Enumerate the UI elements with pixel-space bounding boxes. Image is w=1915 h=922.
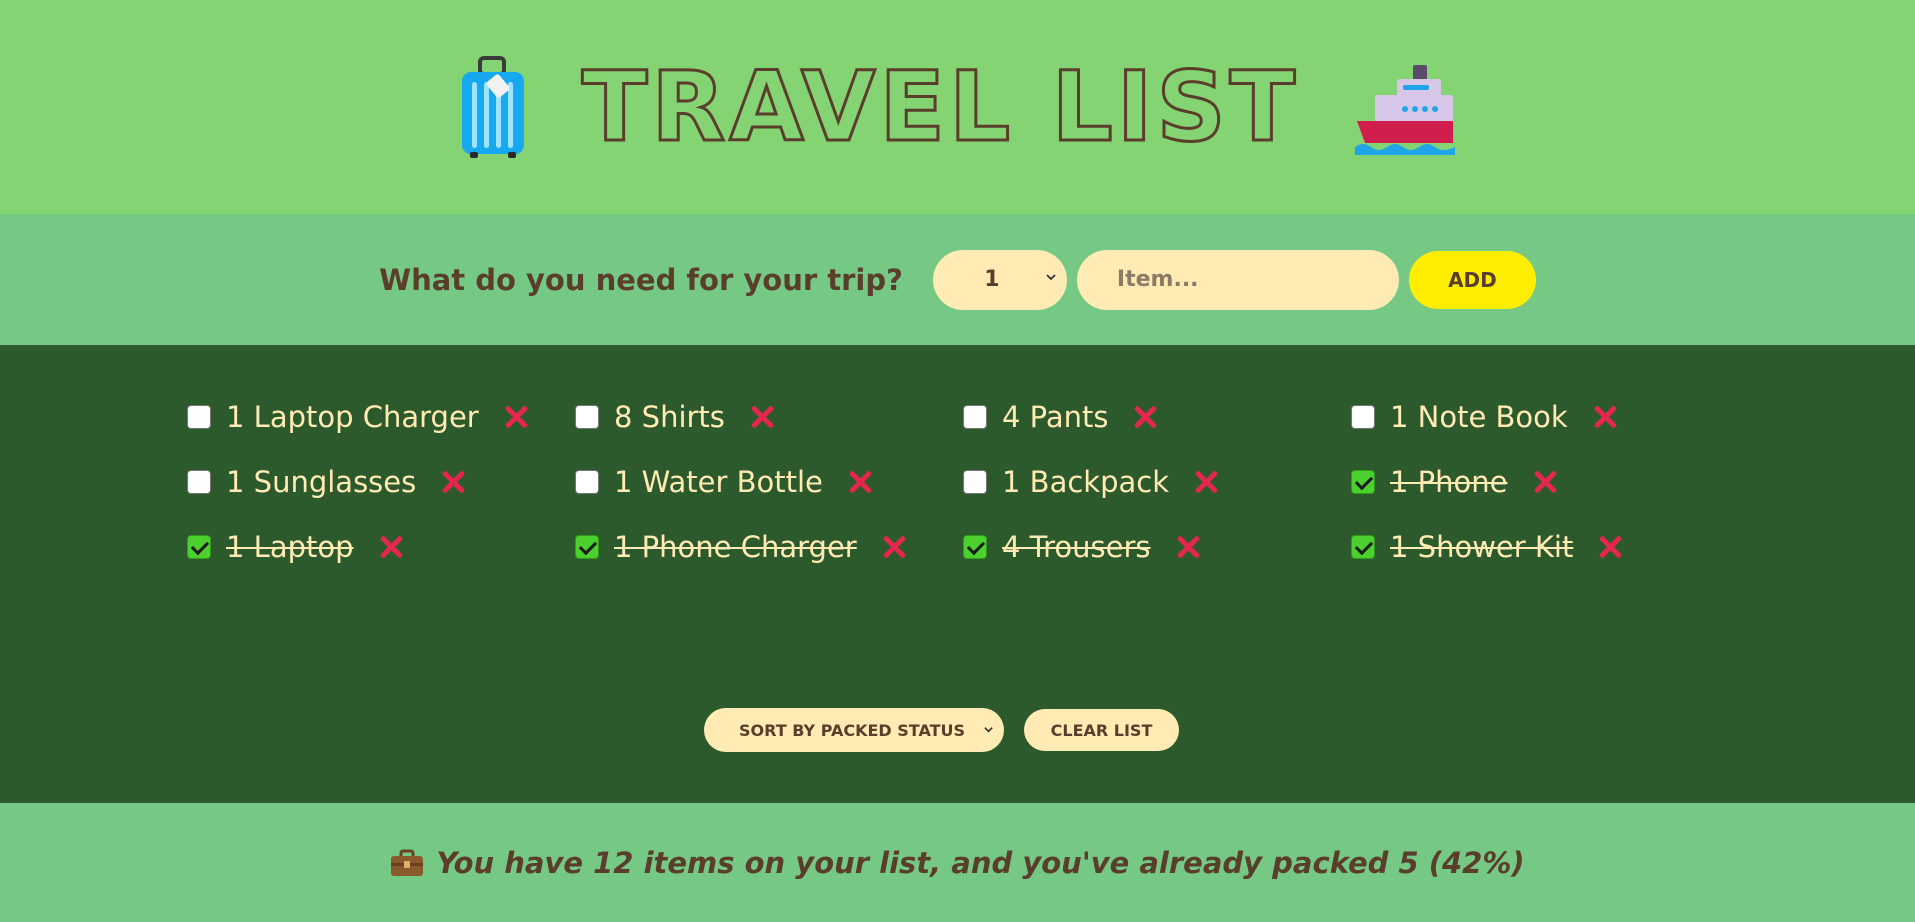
delete-icon[interactable] <box>847 469 873 495</box>
packed-checkbox[interactable] <box>575 470 599 494</box>
delete-icon[interactable] <box>1132 404 1158 430</box>
list-item: 1 Phone Charger <box>575 527 963 567</box>
packed-checkbox[interactable] <box>1351 470 1375 494</box>
item-label: 1 Phone Charger <box>614 530 857 564</box>
delete-icon[interactable] <box>1175 534 1201 560</box>
list-item: 1 Shower Kit <box>1351 527 1739 567</box>
clear-list-button[interactable]: CLEAR LIST <box>1024 709 1179 751</box>
packing-list: 1 Laptop Charger 8 Shirts 4 Pants 1 Note Bo… <box>0 345 1915 803</box>
list-item: 8 Shirts <box>575 397 963 437</box>
add-button[interactable]: ADD <box>1408 250 1536 309</box>
items-grid: 1 Laptop Charger 8 Shirts 4 Pants 1 Note Bo… <box>187 397 1739 567</box>
item-label: 1 Sunglasses <box>226 465 417 499</box>
quantity-value: 1 <box>984 267 1000 292</box>
delete-icon[interactable] <box>881 534 907 560</box>
packed-checkbox[interactable] <box>1351 405 1375 429</box>
luggage-icon <box>461 56 524 158</box>
list-actions: SORT BY PACKED STATUS CLEAR LIST <box>0 708 1915 752</box>
list-item: 1 Laptop Charger <box>187 397 575 437</box>
packed-checkbox[interactable] <box>187 535 211 559</box>
list-item: 4 Trousers <box>963 527 1351 567</box>
list-item: 1 Laptop <box>187 527 575 567</box>
item-label: 8 Shirts <box>614 400 725 434</box>
item-label: 1 Note Book <box>1390 400 1568 434</box>
delete-icon[interactable] <box>749 404 775 430</box>
sort-select-value: SORT BY PACKED STATUS <box>739 720 966 740</box>
list-item: 1 Water Bottle <box>575 462 963 502</box>
stats-text: You have 12 items on your list, and you'… <box>390 845 1525 880</box>
form-question: What do you need for your trip? <box>379 262 903 297</box>
delete-icon[interactable] <box>1597 534 1623 560</box>
page-title: TRAVEL LIST <box>580 51 1300 163</box>
delete-icon[interactable] <box>378 534 404 560</box>
packed-checkbox[interactable] <box>963 535 987 559</box>
stats-footer: You have 12 items on your list, and you'… <box>0 803 1915 922</box>
item-label: 4 Trousers <box>1002 530 1151 564</box>
packed-checkbox[interactable] <box>187 470 211 494</box>
list-item: 4 Pants <box>963 397 1351 437</box>
item-label: 1 Phone <box>1390 465 1508 499</box>
packed-checkbox[interactable] <box>187 405 211 429</box>
packed-checkbox[interactable] <box>575 405 599 429</box>
delete-icon[interactable] <box>440 469 466 495</box>
item-input[interactable]: Item... <box>1076 249 1399 310</box>
packed-checkbox[interactable] <box>575 535 599 559</box>
quantity-select[interactable]: 1 <box>932 249 1067 310</box>
item-label: 1 Water Bottle <box>614 465 823 499</box>
item-input-placeholder: Item... <box>1116 267 1199 292</box>
item-label: 1 Backpack <box>1002 465 1169 499</box>
list-item: 1 Sunglasses <box>187 462 575 502</box>
delete-icon[interactable] <box>1592 404 1618 430</box>
list-item: 1 Phone <box>1351 462 1739 502</box>
delete-icon[interactable] <box>503 404 529 430</box>
item-label: 4 Pants <box>1002 400 1109 434</box>
chevron-down-icon <box>984 727 993 733</box>
delete-icon[interactable] <box>1193 469 1219 495</box>
delete-icon[interactable] <box>1532 469 1558 495</box>
stats-message: You have 12 items on your list, and you'… <box>436 845 1525 880</box>
ship-icon <box>1355 65 1456 155</box>
sort-select[interactable]: SORT BY PACKED STATUS <box>704 708 1004 752</box>
add-item-form: What do you need for your trip? 1 Item..… <box>0 214 1915 345</box>
briefcase-icon <box>391 849 424 876</box>
item-label: 1 Shower Kit <box>1390 530 1574 564</box>
list-item: 1 Note Book <box>1351 397 1739 437</box>
item-label: 1 Laptop <box>226 530 354 564</box>
item-label: 1 Laptop Charger <box>226 400 479 434</box>
chevron-down-icon <box>1046 273 1056 280</box>
packed-checkbox[interactable] <box>963 470 987 494</box>
list-item: 1 Backpack <box>963 462 1351 502</box>
packed-checkbox[interactable] <box>963 405 987 429</box>
app-header: TRAVEL LIST <box>0 0 1915 214</box>
packed-checkbox[interactable] <box>1351 535 1375 559</box>
